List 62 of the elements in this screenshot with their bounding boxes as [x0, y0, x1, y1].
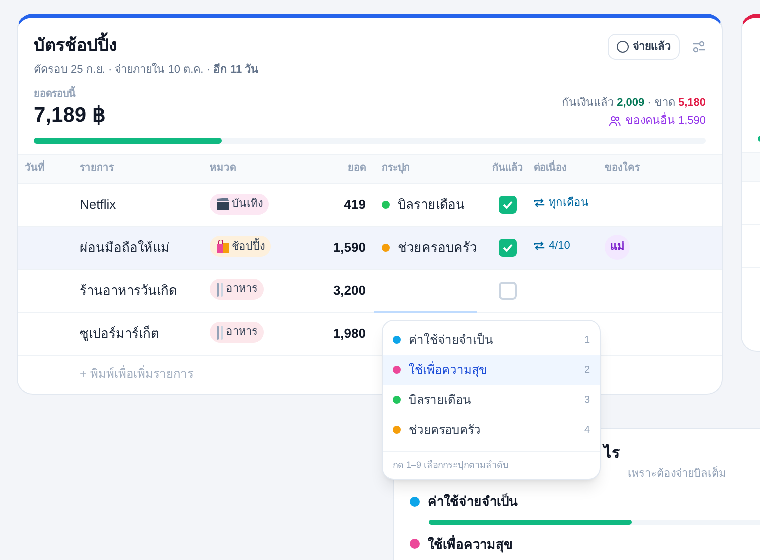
- check-icon: [503, 200, 513, 208]
- repeat-icon: [534, 198, 545, 208]
- item-name: Netflix: [80, 196, 116, 212]
- bucket-name: บิลรายเดือน: [398, 196, 465, 214]
- column-header: ของใคร: [605, 161, 640, 176]
- item-amount: 1,590: [333, 238, 366, 257]
- owner-badge: แม่: [605, 235, 630, 260]
- card-title: บัตรช้อปปิ้ง: [34, 34, 260, 58]
- total-amount: 7,189 ฿: [34, 102, 106, 128]
- shortcut-number: 3: [584, 394, 590, 408]
- check-icon: [503, 244, 513, 252]
- hint-text: กด 1–9 เลือกกระปุกตามลำดับ: [393, 458, 510, 472]
- shortcut-number: 1: [584, 334, 590, 348]
- column-header: กันแล้ว: [492, 161, 524, 176]
- column-header: วันที่: [18, 161, 45, 176]
- card-subtitle: ตัดรอบ 25 ก.ย. · จ่ายภายใน 10 ต.ค. · อีก 11 วัน: [34, 62, 260, 78]
- total-label: ยอดรอบนี้: [34, 86, 106, 102]
- recurrence-text: ทุกเดือน: [549, 196, 589, 211]
- table-row[interactable]: Netflix บันเทิง 419 บิลรายเดือน ทุกเดือน: [18, 184, 722, 226]
- sliders-icon: [692, 40, 706, 54]
- category-tag: บันเทิง: [210, 194, 269, 214]
- paid-button[interactable]: จ่ายแล้ว: [608, 34, 680, 60]
- shortcut-number: 2: [584, 364, 590, 378]
- cutlery-icon: [216, 282, 224, 296]
- item-amount: 3,200: [333, 282, 366, 300]
- checkbox[interactable]: [499, 282, 517, 300]
- checkbox[interactable]: [499, 196, 517, 214]
- column-header: ยอด: [348, 162, 366, 176]
- table-row[interactable]: ร้านอาหารวันเกิด อาหาร 3,200: [18, 270, 722, 312]
- bucket-name: ใช้เพื่อความสุข: [428, 534, 513, 554]
- bucket-name: ช่วยครอบครัว: [398, 238, 477, 257]
- category-tag: ช้อปปิ้ง: [210, 236, 271, 258]
- item-name: ซูเปอร์มาร์เก็ต: [80, 326, 159, 341]
- item-name: ร้านอาหารวันเกิด: [80, 282, 177, 298]
- category-tag: อาหาร: [210, 322, 264, 343]
- bucket-name: ค่าใช้จ่ายจำเป็น: [428, 492, 518, 511]
- others-amount: ของคนอื่น 1,590: [625, 113, 706, 130]
- shortcut-number: 4: [584, 424, 590, 438]
- menu-item[interactable]: ค่าใช้จ่ายจำเป็น 1: [383, 325, 600, 355]
- column-header: ต่อเนื่อง: [534, 161, 567, 176]
- table-row[interactable]: ผ่อนมือถือให้แม่ ช้อปปิ้ง 1,590 ช่วยครอบครัว 4/10 แม่: [18, 226, 722, 270]
- checkbox[interactable]: [499, 238, 517, 256]
- category-tag: อาหาร: [210, 279, 264, 300]
- item-amount: 419: [344, 196, 366, 214]
- menu-item[interactable]: ช่วยครอบครัว 4: [383, 415, 600, 445]
- column-header: รายการ: [80, 162, 114, 176]
- settings-button[interactable]: [692, 40, 706, 54]
- menu-item[interactable]: ใช้เพื่อความสุข 2: [383, 355, 600, 385]
- repeat-icon: [534, 241, 545, 251]
- section-subtitle: เพราะต้องจ่ายบิลเต็ม: [627, 466, 726, 482]
- recurrence-text: 4/10: [549, 238, 570, 254]
- menu-item[interactable]: บิลรายเดือน 3: [383, 385, 600, 415]
- clapperboard-icon: [216, 198, 230, 210]
- item-name: ผ่อนมือถือให้แม่: [80, 240, 170, 255]
- section-title: ไร: [604, 443, 620, 464]
- cutlery-icon: [216, 326, 224, 340]
- people-icon: [609, 116, 622, 127]
- item-amount: 1,980: [333, 324, 366, 343]
- column-header: กระปุก: [381, 162, 410, 176]
- shopping-bag-icon: [216, 240, 230, 254]
- reserved-summary: กันเงินแล้ว 2,009 · ขาด 5,180: [562, 96, 706, 110]
- column-header: หมวด: [210, 162, 236, 176]
